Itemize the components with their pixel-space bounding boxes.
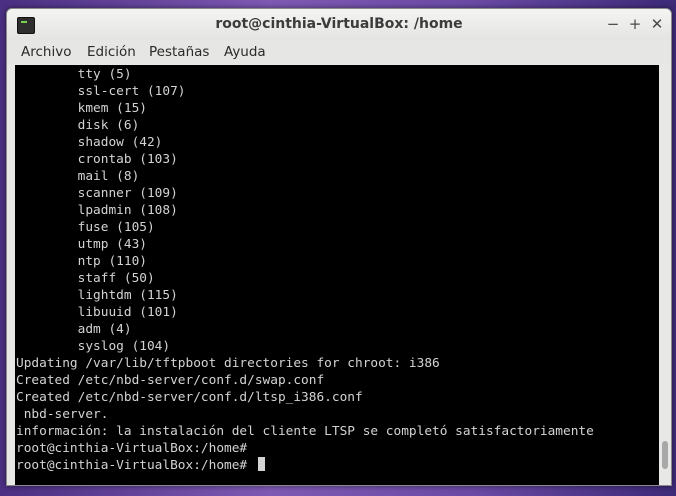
terminal-line: ssl-cert (107) — [16, 83, 656, 100]
maximize-icon[interactable]: + — [627, 16, 643, 32]
terminal-line-text: Created /etc/nbd-server/conf.d/ltsp_i386… — [16, 390, 363, 405]
terminal-line-text: utmp (43) — [16, 237, 147, 252]
terminal-line-text: root@cinthia-VirtualBox:/home# — [16, 441, 248, 456]
terminal-line-text: libuuid (101) — [16, 305, 178, 320]
terminal-line: fuse (105) — [16, 219, 656, 236]
menu-edicion[interactable]: Edición — [87, 43, 136, 61]
close-icon[interactable]: ✕ — [649, 16, 665, 32]
terminal-line-text: Created /etc/nbd-server/conf.d/swap.conf — [16, 373, 325, 388]
terminal-line: Updating /var/lib/tftpboot directories f… — [16, 355, 656, 372]
terminal-line: syslog (104) — [16, 338, 656, 355]
window-title: root@cinthia-VirtualBox: /home — [215, 16, 463, 32]
minimize-icon[interactable]: − — [605, 16, 621, 32]
terminal-cursor — [257, 457, 265, 471]
terminal-line: root@cinthia-VirtualBox:/home# — [16, 440, 656, 457]
terminal-scrollbar[interactable] — [659, 65, 671, 485]
terminal-line-text: staff (50) — [16, 271, 155, 286]
terminal-line-text: tty (5) — [16, 67, 132, 82]
menu-ayuda[interactable]: Ayuda — [224, 43, 266, 61]
terminal-line: información: la instalación del cliente … — [16, 423, 656, 440]
terminal-line-text: ssl-cert (107) — [16, 84, 186, 99]
terminal-line-text: crontab (103) — [16, 152, 178, 167]
terminal-line: kmem (15) — [16, 100, 656, 117]
menu-pestanas[interactable]: Pestañas — [149, 43, 209, 61]
menu-archivo[interactable]: Archivo — [21, 43, 71, 61]
terminal-line: Created /etc/nbd-server/conf.d/ltsp_i386… — [16, 389, 656, 406]
terminal-lines: tty (5) ssl-cert (107) kmem (15) disk (6… — [16, 66, 656, 474]
terminal-line: utmp (43) — [16, 236, 656, 253]
terminal-line: scanner (109) — [16, 185, 656, 202]
terminal-window: root@cinthia-VirtualBox: /home − + ✕ Arc… — [6, 8, 672, 486]
terminal-line-text: adm (4) — [16, 322, 132, 337]
terminal-line-text: fuse (105) — [16, 220, 155, 235]
terminal-line-text: nbd-server. — [16, 407, 109, 422]
scrollbar-thumb[interactable] — [662, 441, 668, 469]
terminal-line-text: root@cinthia-VirtualBox:/home# — [16, 458, 255, 473]
terminal-line: tty (5) — [16, 66, 656, 83]
terminal-output[interactable]: tty (5) ssl-cert (107) kmem (15) disk (6… — [15, 65, 671, 485]
terminal-line: crontab (103) — [16, 151, 656, 168]
terminal-line-text: mail (8) — [16, 169, 140, 184]
terminal-line: nbd-server. — [16, 406, 656, 423]
terminal-line: mail (8) — [16, 168, 656, 185]
terminal-line-text: ntp (110) — [16, 254, 147, 269]
terminal-line: ntp (110) — [16, 253, 656, 270]
terminal-line: lightdm (115) — [16, 287, 656, 304]
menu-bar: Archivo Edición Pestañas Ayuda — [7, 40, 671, 64]
terminal-prompt-line: root@cinthia-VirtualBox:/home# — [16, 457, 656, 474]
terminal-line: libuuid (101) — [16, 304, 656, 321]
terminal-line: disk (6) — [16, 117, 656, 134]
terminal-line-text: información: la instalación del cliente … — [16, 424, 594, 439]
terminal-line-text: Updating /var/lib/tftpboot directories f… — [16, 356, 440, 371]
terminal-line: shadow (42) — [16, 134, 656, 151]
terminal-line: staff (50) — [16, 270, 656, 287]
terminal-line: Created /etc/nbd-server/conf.d/swap.conf — [16, 372, 656, 389]
terminal-line: adm (4) — [16, 321, 656, 338]
terminal-line-text: scanner (109) — [16, 186, 178, 201]
terminal-line-text: disk (6) — [16, 118, 140, 133]
terminal-line: lpadmin (108) — [16, 202, 656, 219]
title-bar[interactable]: root@cinthia-VirtualBox: /home − + ✕ — [7, 9, 671, 40]
terminal-line-text: kmem (15) — [16, 101, 147, 116]
terminal-line-text: lpadmin (108) — [16, 203, 178, 218]
terminal-line-text: shadow (42) — [16, 135, 163, 150]
terminal-line-text: syslog (104) — [16, 339, 171, 354]
terminal-line-text: lightdm (115) — [16, 288, 178, 303]
